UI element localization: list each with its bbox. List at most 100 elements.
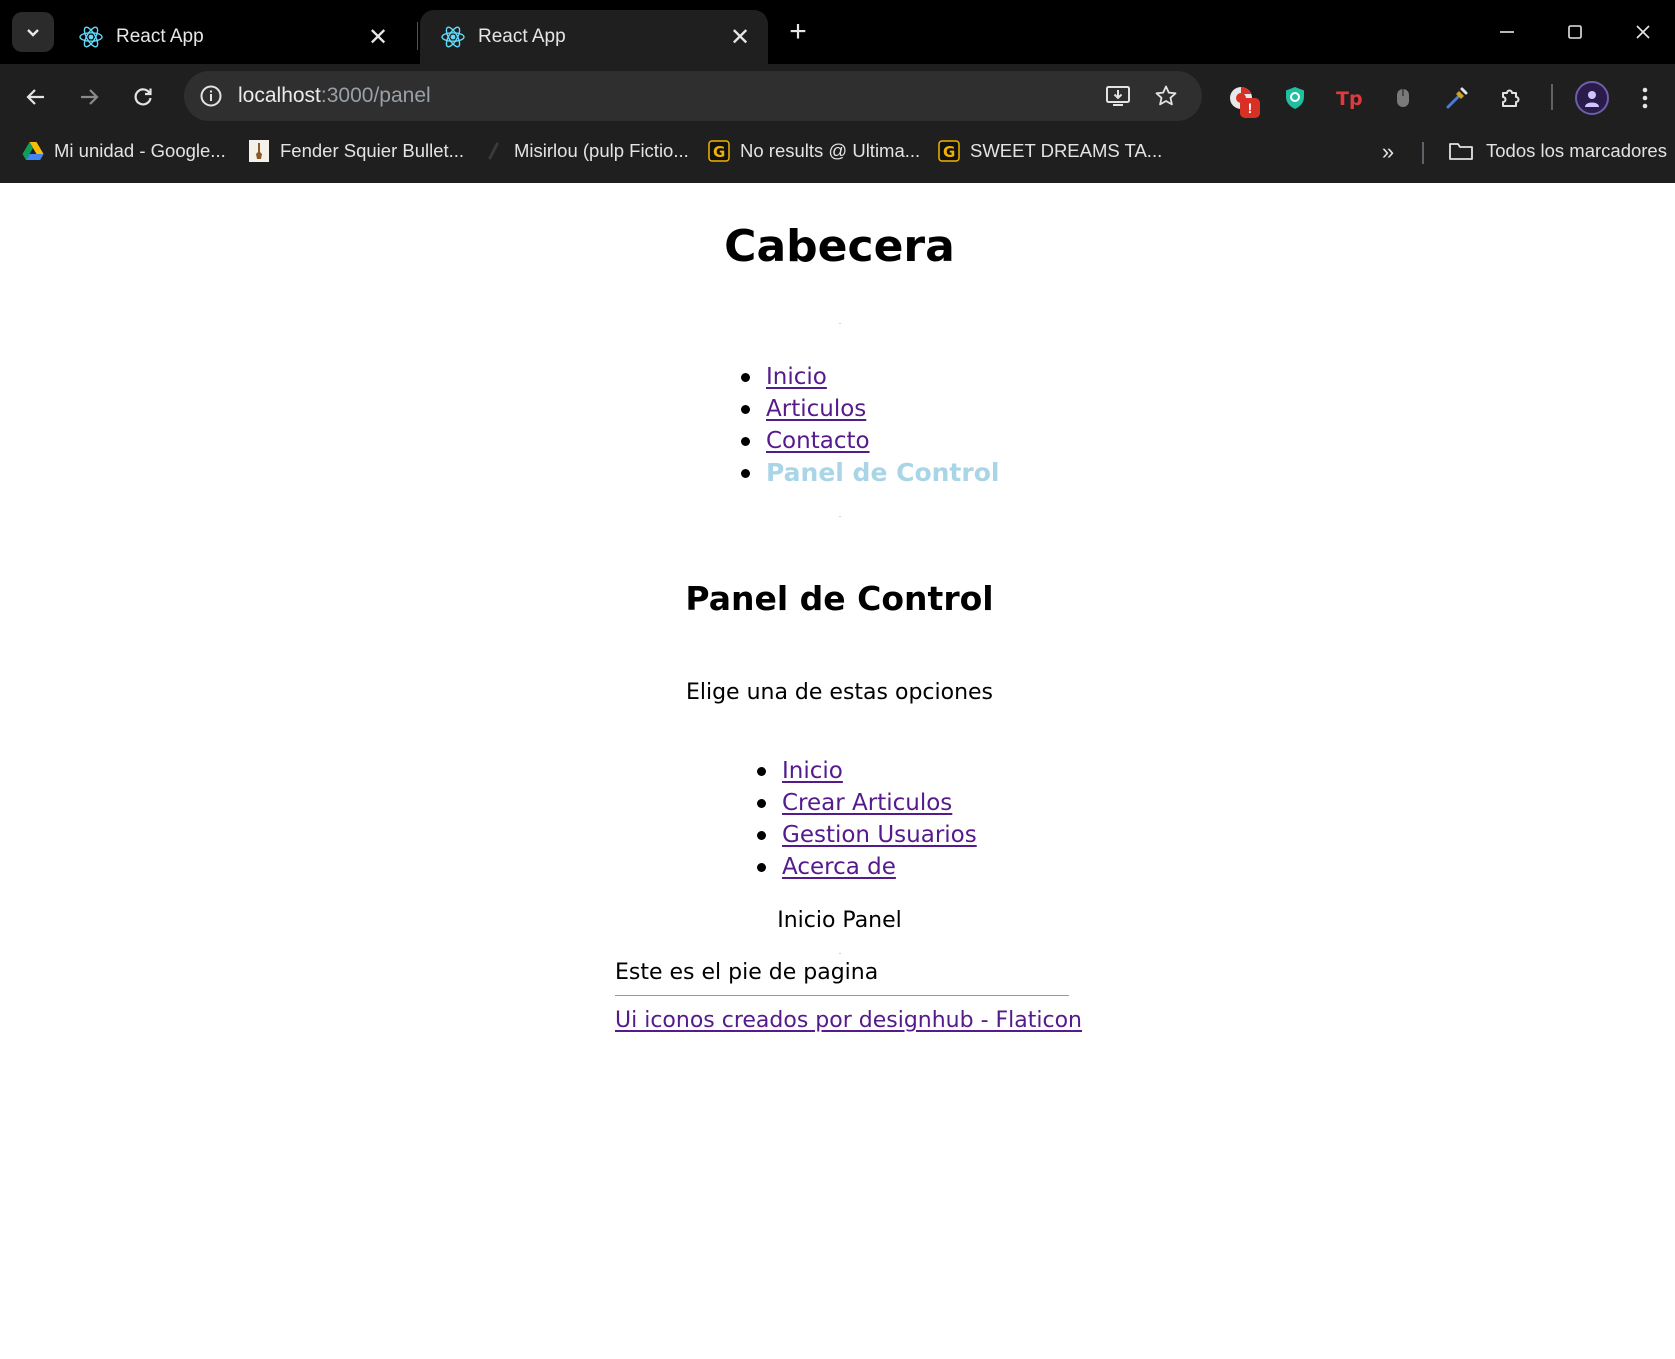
window-close-button[interactable] xyxy=(1621,12,1665,52)
page-viewport: Cabecera Inicio Articulos Contacto Panel… xyxy=(4,183,1675,1359)
nav-link-inicio[interactable]: Inicio xyxy=(766,364,827,390)
maximize-icon xyxy=(1568,25,1582,39)
svg-text:Tp: Tp xyxy=(1336,88,1363,110)
extension-button[interactable]: Tp xyxy=(1332,81,1366,115)
nav-item-contacto: Contacto xyxy=(740,425,999,457)
tab-separator xyxy=(417,22,418,50)
header-title: Cabecera xyxy=(724,221,955,272)
back-button[interactable] xyxy=(17,78,55,116)
footer-text: Este es el pie de pagina xyxy=(615,960,879,985)
extension-button[interactable] xyxy=(1278,81,1312,115)
bookmark-label: Mi unidad - Google... xyxy=(54,140,226,161)
tab-active[interactable]: React App ✕ xyxy=(420,10,768,64)
panel-nav-item: Acerca de xyxy=(757,851,977,883)
browser-menu-button[interactable] xyxy=(1628,81,1662,115)
react-icon xyxy=(79,26,103,48)
close-icon xyxy=(1636,25,1650,39)
close-icon[interactable]: ✕ xyxy=(726,23,754,51)
attribution-link[interactable]: Ui iconos creados por designhub - Flatic… xyxy=(615,1008,1082,1033)
bookmark-item[interactable]: G SWEET DREAMS TA... xyxy=(938,134,1162,168)
extension-alert-badge: ! xyxy=(1240,98,1260,118)
bookmark-label: SWEET DREAMS TA... xyxy=(970,140,1163,161)
tab-search-button[interactable] xyxy=(12,12,54,52)
install-app-icon xyxy=(1106,86,1130,106)
url-text[interactable]: localhost:3000/panel xyxy=(238,84,431,108)
bookmark-item[interactable]: G No results @ Ultima... xyxy=(708,134,920,168)
section-subtitle: Elige una de estas opciones xyxy=(685,680,994,705)
url-host: localhost xyxy=(238,84,321,107)
panel-link-crear-articulos[interactable]: Crear Articulos xyxy=(782,790,952,816)
bookmarks-divider xyxy=(1422,142,1424,164)
tab-title: React App xyxy=(478,26,566,47)
bookmark-label: No results @ Ultima... xyxy=(740,140,921,161)
folder-icon xyxy=(1448,140,1474,162)
section-title: Panel de Control xyxy=(685,579,994,618)
all-bookmarks-button[interactable]: Todos los marcadores xyxy=(1448,134,1667,168)
panel-nav-item: Inicio xyxy=(757,755,977,787)
music-note-icon xyxy=(482,140,504,162)
ultimate-guitar-icon: G xyxy=(938,140,960,162)
nav-item-articulos: Articulos xyxy=(740,393,999,425)
react-icon xyxy=(441,26,465,48)
install-app-button[interactable] xyxy=(1102,81,1134,111)
info-icon xyxy=(200,85,222,107)
bookmarks-bar: Mi unidad - Google... Fender Squier Bull… xyxy=(0,128,1675,174)
bookmark-item[interactable]: Misirlou (pulp Fictio... xyxy=(482,134,689,168)
content-divider xyxy=(839,953,841,954)
guitar-thumbnail-icon xyxy=(248,140,270,162)
main-nav: Inicio Articulos Contacto Panel de Contr… xyxy=(740,361,999,489)
new-tab-button[interactable]: + xyxy=(782,15,814,48)
bookmark-label: Fender Squier Bullet... xyxy=(280,140,465,161)
profile-avatar[interactable] xyxy=(1575,81,1609,115)
eyedropper-icon xyxy=(1446,87,1468,109)
minimize-icon xyxy=(1500,31,1514,33)
page-footer: Este es el pie de pagina Ui iconos cread… xyxy=(615,955,1082,1033)
address-bar[interactable]: localhost:3000/panel xyxy=(184,71,1202,121)
tp-logo-icon: Tp xyxy=(1336,88,1363,110)
close-icon[interactable]: ✕ xyxy=(364,23,392,51)
tab-inactive[interactable]: React App ✕ xyxy=(58,10,406,64)
arrow-left-icon xyxy=(26,89,44,105)
panel-nav-item: Crear Articulos xyxy=(757,787,977,819)
bookmark-item[interactable]: Fender Squier Bullet... xyxy=(248,134,464,168)
minimize-button[interactable] xyxy=(1485,12,1529,52)
bookmark-label: Misirlou (pulp Fictio... xyxy=(514,140,689,161)
panel-link-gestion-usuarios[interactable]: Gestion Usuarios xyxy=(782,822,977,848)
tab-strip: React App ✕ React App ✕ + xyxy=(0,0,1675,64)
panel-nav-item: Gestion Usuarios xyxy=(757,819,977,851)
svg-text:G: G xyxy=(943,143,955,161)
nav-link-panel-active[interactable]: Panel de Control xyxy=(766,458,999,487)
header-divider xyxy=(839,323,841,324)
mouse-icon xyxy=(1397,89,1409,107)
reload-button[interactable] xyxy=(124,78,162,116)
bookmark-star-button[interactable] xyxy=(1150,81,1182,111)
nav-item-panel: Panel de Control xyxy=(740,457,999,489)
extension-button[interactable] xyxy=(1440,81,1474,115)
kebab-menu-icon xyxy=(1642,87,1648,109)
bookmark-item[interactable]: Mi unidad - Google... xyxy=(22,134,226,168)
reload-icon xyxy=(134,88,152,106)
nav-item-inicio: Inicio xyxy=(740,361,999,393)
panel-nav: Inicio Crear Articulos Gestion Usuarios … xyxy=(757,755,977,883)
svg-text:G: G xyxy=(713,143,725,161)
maximize-button[interactable] xyxy=(1553,12,1597,52)
star-icon xyxy=(1155,85,1177,106)
panel-content: Inicio Panel xyxy=(777,908,902,933)
google-drive-icon xyxy=(22,140,44,162)
extension-button[interactable] xyxy=(1386,81,1420,115)
nav-link-articulos[interactable]: Articulos xyxy=(766,396,866,422)
nav-link-contacto[interactable]: Contacto xyxy=(766,428,870,454)
panel-link-inicio[interactable]: Inicio xyxy=(782,758,843,784)
nav-divider xyxy=(839,516,841,517)
toolbar-divider xyxy=(1551,84,1553,110)
browser-chrome: React App ✕ React App ✕ + localhost:3000… xyxy=(0,0,1675,183)
tab-title: React App xyxy=(116,26,204,47)
forward-button[interactable] xyxy=(70,78,108,116)
site-info-button[interactable] xyxy=(194,79,228,113)
panel-link-acerca-de[interactable]: Acerca de xyxy=(782,854,896,880)
bookmarks-overflow-button[interactable]: » xyxy=(1374,138,1402,166)
extensions-menu-button[interactable] xyxy=(1494,81,1528,115)
arrow-right-icon xyxy=(81,89,99,105)
all-bookmarks-label: Todos los marcadores xyxy=(1486,140,1667,161)
shield-icon xyxy=(1286,87,1304,109)
